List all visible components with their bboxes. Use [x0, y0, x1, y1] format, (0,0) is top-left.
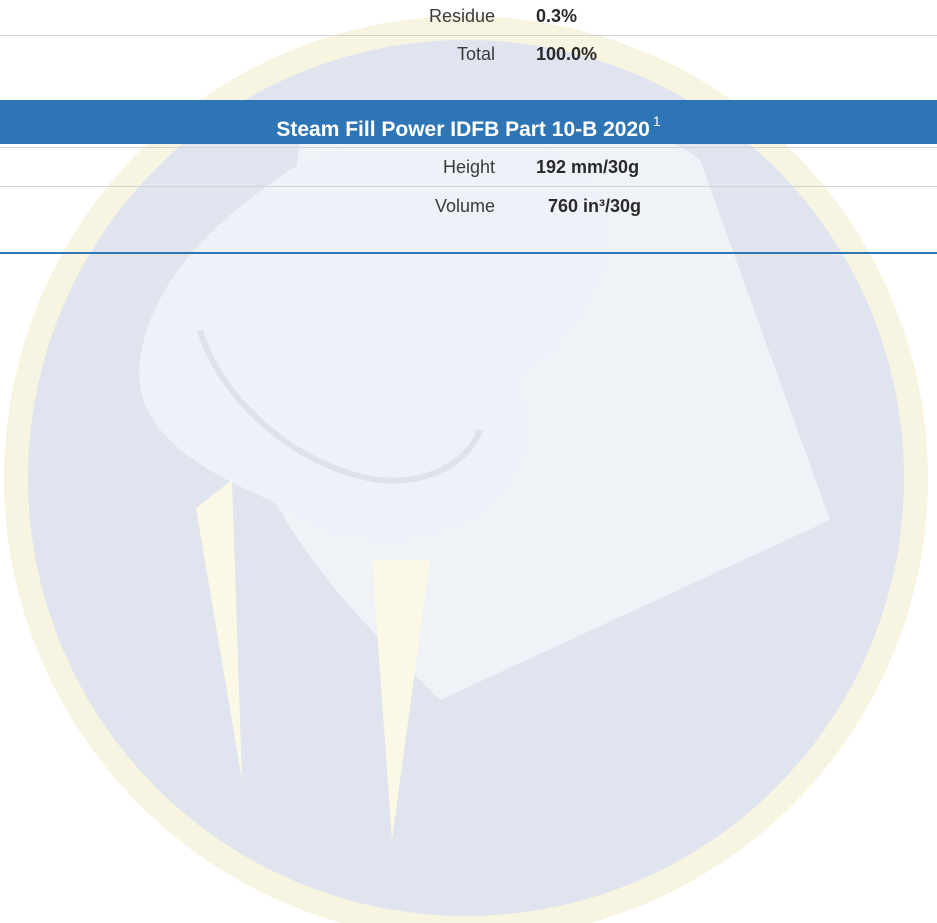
section-header-steam-fill-power: Steam Fill Power IDFB Part 10-B 2020 1 [0, 100, 937, 144]
row-divider [0, 35, 937, 36]
row-value: 192 mm/30g [536, 157, 640, 177]
row-label: Height [442, 157, 495, 177]
row-divider [0, 186, 937, 187]
table-row-height: Height 192 mm/30g [0, 151, 937, 189]
row-label: Volume [434, 196, 495, 216]
section-title: Steam Fill Power IDFB Part 10-B 2020 [276, 118, 650, 141]
table-row-volume: Volume 760 in³/30g [0, 190, 937, 228]
section-end-divider [0, 252, 937, 254]
spec-sheet-page: Residue 0.3% Total 100.0% Steam Fill Pow… [0, 0, 937, 923]
table-row-residue: Residue 0.3% [0, 0, 937, 38]
row-value: 760 in³/30g [548, 196, 642, 216]
row-value: 0.3% [536, 6, 578, 26]
footnote-marker: 1 [652, 113, 661, 129]
row-value: 100.0% [536, 44, 598, 64]
row-divider [0, 147, 937, 148]
row-label: Residue [428, 6, 495, 26]
table-row-total: Total 100.0% [0, 38, 937, 76]
row-label: Total [456, 44, 495, 64]
